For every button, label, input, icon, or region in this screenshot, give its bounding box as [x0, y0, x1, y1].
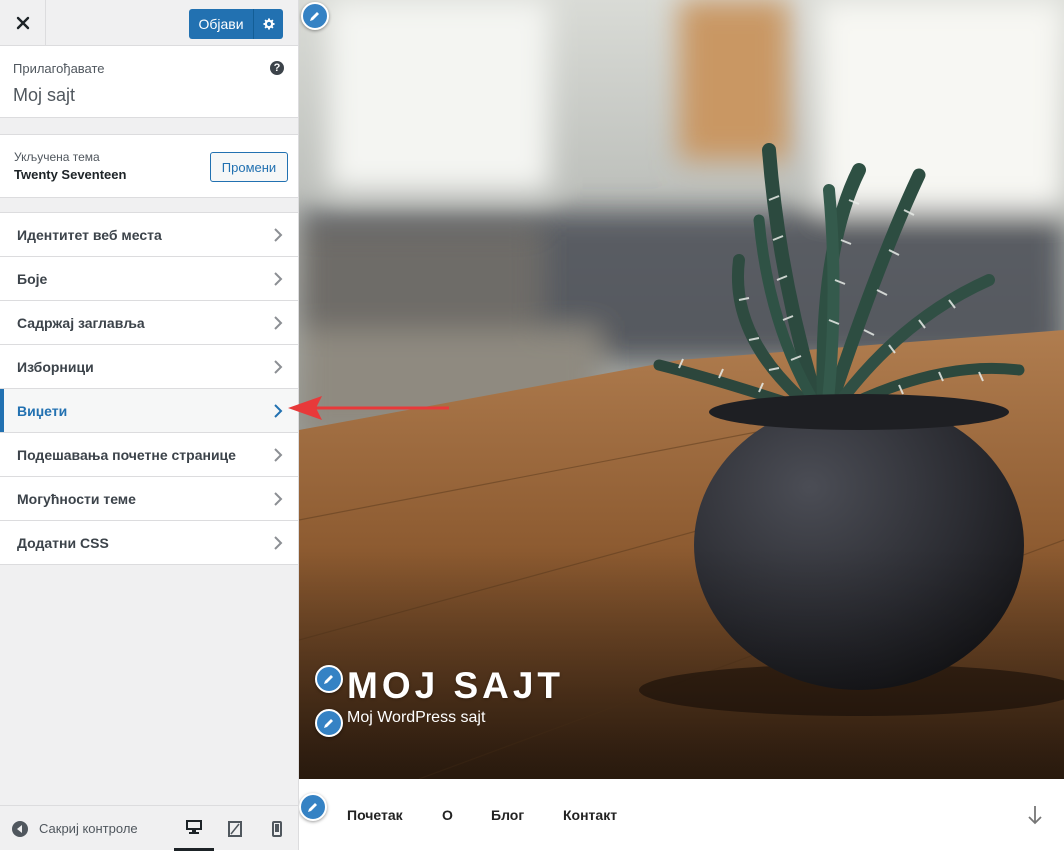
- section-label: Идентитет веб места: [17, 227, 162, 243]
- active-theme-panel: Укључена тема Twenty Seventeen Промени: [0, 134, 298, 198]
- publish-button[interactable]: Објави: [189, 9, 283, 39]
- section-site-identity[interactable]: Идентитет веб места: [0, 213, 298, 257]
- nav-link-blog[interactable]: Блог: [491, 807, 524, 823]
- nav-link-home[interactable]: Почетак: [347, 807, 403, 823]
- pencil-icon: [308, 803, 317, 812]
- pencil-icon: [324, 675, 333, 684]
- section-widgets[interactable]: Виџети: [0, 389, 298, 433]
- section-colors[interactable]: Боје: [0, 257, 298, 301]
- plant-photo: [299, 0, 1064, 779]
- pencil-icon: [310, 12, 319, 21]
- customizer-sections: Идентитет веб места Боје Садржај заглављ…: [0, 212, 298, 565]
- customizer-footer: Сакриј контроле: [0, 805, 298, 851]
- publish-label: Објави: [198, 16, 244, 32]
- chevron-right-icon: [274, 228, 283, 242]
- edit-shortcut-tagline[interactable]: [315, 709, 343, 737]
- customizer-sidebar: Објави Прилагођавате Moj sajt ? Укључена…: [0, 0, 299, 851]
- pencil-icon: [324, 719, 333, 728]
- nav-link-contact[interactable]: Контакт: [563, 807, 617, 823]
- edit-shortcut-site-title[interactable]: [315, 665, 343, 693]
- hide-controls-button[interactable]: Сакриј контроле: [12, 806, 138, 851]
- chevron-right-icon: [274, 316, 283, 330]
- tablet-icon: [228, 820, 242, 837]
- close-icon: [16, 16, 29, 30]
- customizing-label: Прилагођавате: [13, 61, 105, 76]
- site-name: Moj sajt: [13, 85, 76, 105]
- section-label: Додатни CSS: [17, 535, 109, 551]
- preview-mobile-button[interactable]: [257, 806, 297, 851]
- chevron-right-icon: [274, 272, 283, 286]
- help-icon[interactable]: ?: [270, 61, 284, 75]
- preview-desktop-button[interactable]: [174, 806, 214, 851]
- preview-tablet-button[interactable]: [215, 806, 255, 851]
- chevron-right-icon: [274, 404, 283, 418]
- close-customizer-button[interactable]: [0, 0, 46, 46]
- chevron-right-icon: [274, 492, 283, 506]
- chevron-right-icon: [274, 360, 283, 374]
- section-label: Изборници: [17, 359, 94, 375]
- edit-shortcut-header-image[interactable]: [301, 2, 329, 30]
- section-label: Садржај заглавља: [17, 315, 145, 331]
- site-title[interactable]: MOJ SAJT: [347, 665, 564, 707]
- section-label: Могућности теме: [17, 491, 136, 507]
- change-theme-button[interactable]: Промени: [210, 152, 288, 182]
- arrow-down-icon[interactable]: [1027, 805, 1043, 825]
- site-description: Moj WordPress sajt: [347, 709, 486, 726]
- site-preview: MOJ SAJT Moj WordPress sajt Почетак О Бл…: [299, 0, 1064, 850]
- section-homepage-settings[interactable]: Подешавања почетне странице: [0, 433, 298, 477]
- publish-settings-button[interactable]: [254, 17, 283, 31]
- nav-link-about[interactable]: О: [442, 807, 453, 823]
- section-theme-options[interactable]: Могућности теме: [0, 477, 298, 521]
- hide-controls-label: Сакриј контроле: [39, 821, 138, 836]
- desktop-icon: [186, 820, 202, 834]
- active-theme-name: Twenty Seventeen: [14, 167, 127, 182]
- section-menus[interactable]: Изборници: [0, 345, 298, 389]
- active-theme-label: Укључена тема: [14, 150, 100, 164]
- edit-shortcut-menu[interactable]: [299, 793, 327, 821]
- chevron-right-icon: [274, 448, 283, 462]
- section-additional-css[interactable]: Додатни CSS: [0, 521, 298, 565]
- section-header-media[interactable]: Садржај заглавља: [0, 301, 298, 345]
- site-navigation: Почетак О Блог Контакт: [299, 779, 1064, 850]
- collapse-icon: [12, 820, 28, 837]
- header-image: MOJ SAJT Moj WordPress sajt: [299, 0, 1064, 779]
- gear-icon: [262, 18, 275, 30]
- mobile-icon: [272, 820, 282, 837]
- chevron-right-icon: [274, 536, 283, 550]
- customize-info-panel: Прилагођавате Moj sajt ?: [0, 46, 298, 118]
- customizer-header: Објави: [0, 0, 298, 46]
- section-label: Боје: [17, 271, 48, 287]
- section-label: Виџети: [17, 403, 68, 419]
- section-label: Подешавања почетне странице: [17, 447, 236, 463]
